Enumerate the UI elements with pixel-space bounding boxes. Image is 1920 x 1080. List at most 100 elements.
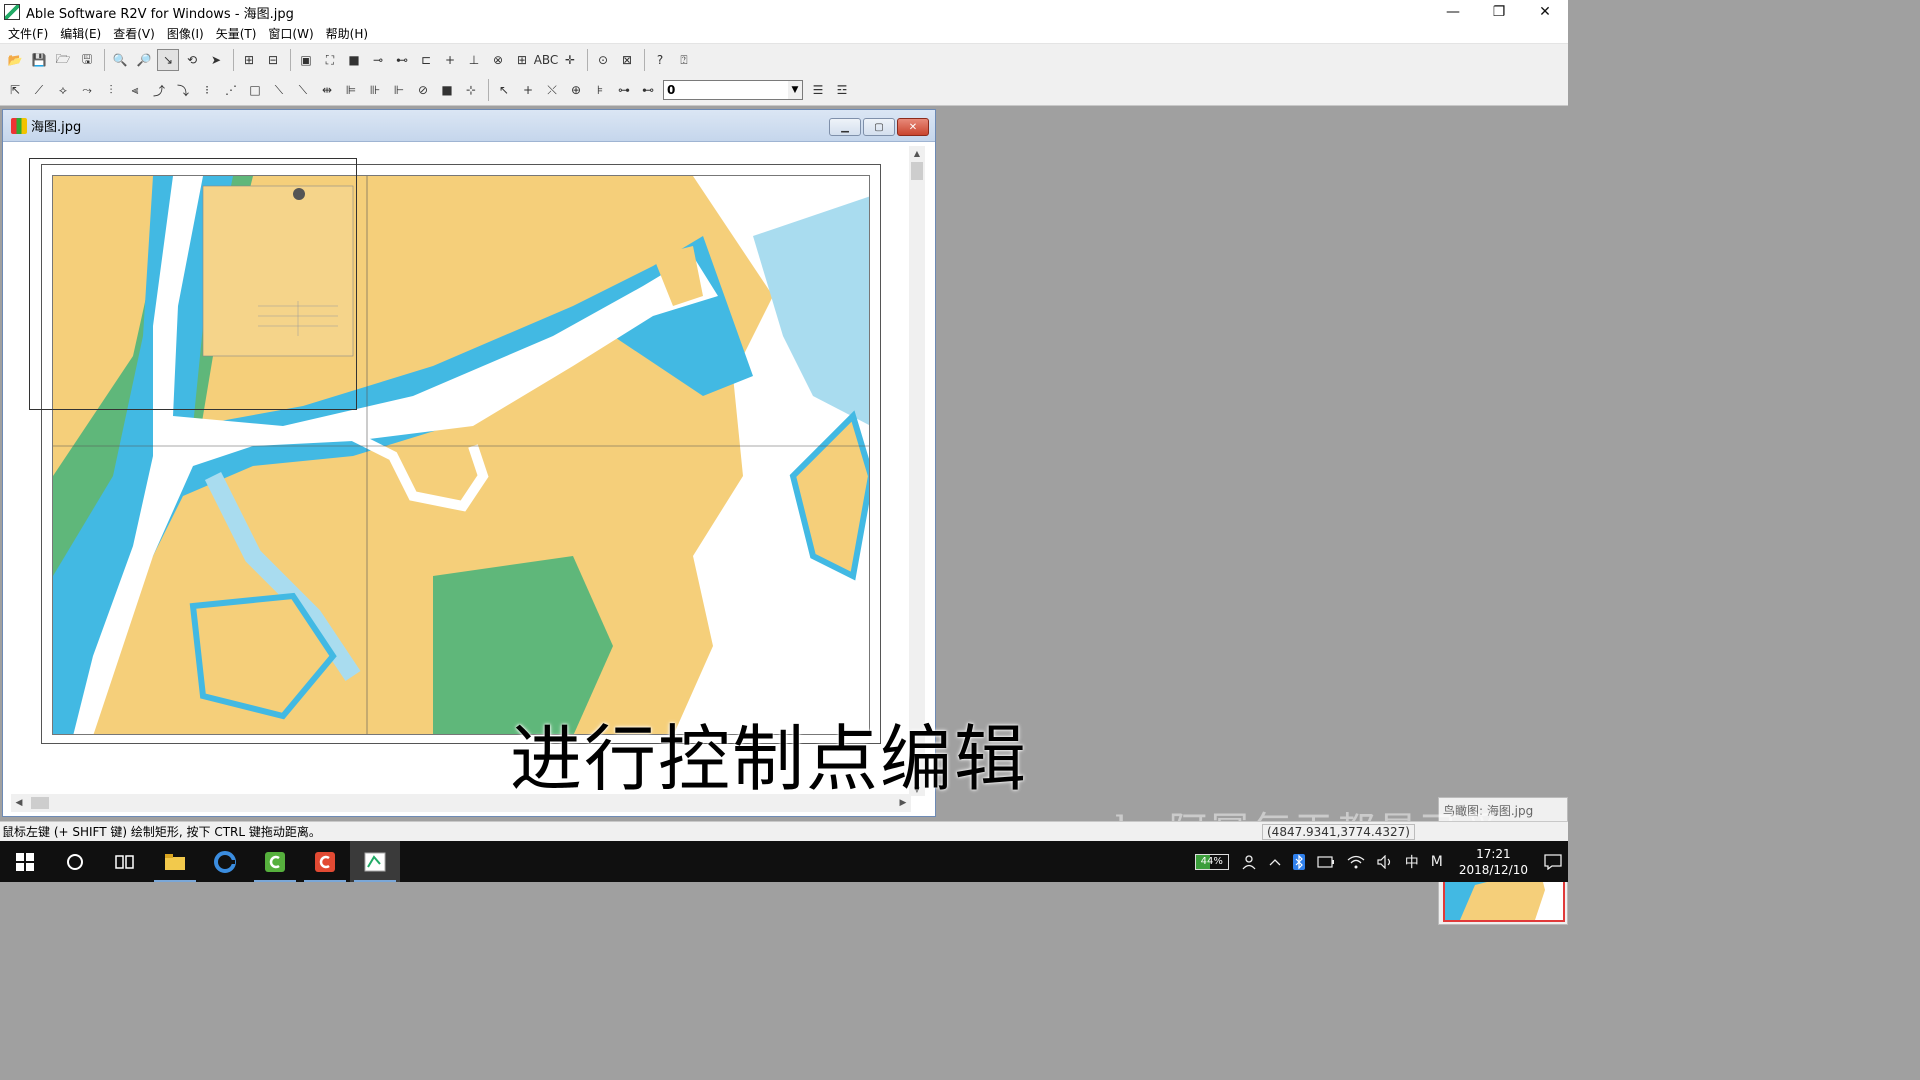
extend-button[interactable]: ⤴ [148,79,170,101]
zoom-in-button[interactable]: 🔍 [109,49,131,71]
ime-switch[interactable]: M [1425,854,1449,870]
horizontal-scroll-thumb[interactable] [31,797,49,809]
close-button[interactable]: ✕ [1522,0,1568,24]
point-label-button[interactable]: ⊶ [613,79,635,101]
text-abc-button[interactable]: ABC [534,49,559,71]
menu-edit[interactable]: 编辑(E) [54,24,107,44]
chevron-down-icon[interactable]: ▼ [788,81,802,99]
node-select-button[interactable]: ↖ [493,79,515,101]
add-point-button[interactable]: + [439,49,461,71]
trace-button[interactable]: ⤳ [76,79,98,101]
select-pointer-button[interactable]: ➤ [205,49,227,71]
contour-button[interactable]: ⊪ [364,79,386,101]
action-center-icon[interactable] [1538,853,1568,870]
label-button[interactable]: ⊧ [589,79,611,101]
snap-button[interactable]: ⊥ [463,49,485,71]
help-button[interactable]: ? [649,49,671,71]
layer-select[interactable]: 0 ▼ [663,80,803,100]
join-button[interactable]: ⟍ [268,79,290,101]
taskbar-edge[interactable] [200,841,250,882]
vertical-align-button[interactable]: ⫶ [100,79,122,101]
diagonal-button[interactable]: ⋰ [220,79,242,101]
pick-point-button[interactable]: ⊙ [592,49,614,71]
hatch-button[interactable]: ⊘ [412,79,434,101]
fill-button[interactable]: ■ [343,49,365,71]
people-icon[interactable] [1235,854,1263,870]
info-button[interactable]: ⊷ [637,79,659,101]
move-node-button[interactable]: ⊕ [565,79,587,101]
split-button[interactable]: ⊏ [415,49,437,71]
menu-vector[interactable]: 矢量(T) [210,24,263,44]
wifi-icon[interactable] [1341,855,1371,869]
taskbar-r2v[interactable] [350,841,400,882]
layer-list-button[interactable]: ☰ [807,79,829,101]
restore-button[interactable]: ❐ [1476,0,1522,24]
chart-map-svg [53,176,869,734]
power-icon[interactable] [1311,855,1341,868]
zoom-window-button[interactable]: ↘ [157,49,179,71]
connect-left-button[interactable]: ⊸ [367,49,389,71]
toolbar-area: 📂 💾 🗁 🖫 🔍 🔎 ↘ ⟲ ➤ ⊞ ⊟ ▣ ⛶ ■ ⊸ ⊷ ⊏ + ⊥ ⊗ … [0,44,1568,106]
taskbar-app-red[interactable] [300,841,350,882]
vector-select-button[interactable]: ⇱ [4,79,26,101]
child-minimize-button[interactable]: ▁ [829,118,861,136]
layer-manage-button[interactable]: ☲ [831,79,853,101]
menu-file[interactable]: 文件(F) [2,24,54,44]
smooth-button[interactable]: ⊫ [340,79,362,101]
taskbar-app-green[interactable] [250,841,300,882]
save-button[interactable]: 💾 [28,49,50,71]
horizontal-align-button[interactable]: ⫷ [124,79,146,101]
menu-window[interactable]: 窗口(W) [262,24,319,44]
context-help-button[interactable]: ⍰ [673,49,695,71]
open-image-button[interactable]: 🗁 [52,49,74,71]
elevation-button[interactable]: ⊩ [388,79,410,101]
control-point-button[interactable]: ✛ [559,49,581,71]
remove-node-button[interactable]: ⤬ [541,79,563,101]
taskbar-file-explorer[interactable] [150,841,200,882]
rectangle-button[interactable]: □ [244,79,266,101]
folder-icon [165,853,185,870]
bluetooth-icon[interactable] [1287,853,1311,870]
anchor-button[interactable]: ⊹ [460,79,482,101]
menu-image[interactable]: 图像(I) [161,24,210,44]
scroll-left-icon[interactable]: ◀ [11,794,27,812]
menu-view[interactable]: 查看(V) [107,24,161,44]
fill-area-button[interactable]: ■ [436,79,458,101]
zoom-out-button[interactable]: 🔎 [133,49,155,71]
menu-bar: 文件(F) 编辑(E) 查看(V) 图像(I) 矢量(T) 窗口(W) 帮助(H… [0,24,1568,44]
show-hidden-icons-chevron-icon[interactable] [1263,858,1287,866]
vertical-scrollbar[interactable]: ▲ ▼ [909,146,925,796]
ime-mode[interactable]: 中 [1399,852,1425,872]
ocr-button[interactable]: ⊞ [511,49,533,71]
minimize-button[interactable]: — [1430,0,1476,24]
save-as-button[interactable]: 🖫 [76,49,98,71]
scroll-up-icon[interactable]: ▲ [909,146,925,160]
child-maximize-button[interactable]: ▢ [863,118,895,136]
system-clock[interactable]: 17:21 2018/12/10 [1449,846,1538,878]
child-close-button[interactable]: ✕ [897,118,929,136]
draw-polygon-button[interactable]: ⟡ [52,79,74,101]
task-view-button[interactable] [100,841,150,882]
edit-point-button[interactable]: ⊠ [616,49,638,71]
undo-button[interactable]: ⟲ [181,49,203,71]
draw-line-button[interactable]: ⟋ [28,79,50,101]
menu-help[interactable]: 帮助(H) [320,24,374,44]
battery-indicator[interactable]: 44% [1189,853,1235,870]
show-image-button[interactable]: ▣ [295,49,317,71]
search-button[interactable] [50,841,100,882]
start-button[interactable] [0,841,50,882]
volume-icon[interactable] [1371,854,1399,869]
grid-button[interactable]: ⊞ [238,49,260,71]
fit-window-button[interactable]: ⛶ [319,49,341,71]
break-button[interactable]: ⟍ [292,79,314,101]
connect-right-button[interactable]: ⊷ [391,49,413,71]
vertical-scroll-thumb[interactable] [911,162,923,180]
stretch-button[interactable]: ⇹ [316,79,338,101]
trim-button[interactable]: ⤵ [172,79,194,101]
dots-button[interactable]: ⁝ [196,79,218,101]
add-node-button[interactable]: + [517,79,539,101]
delete-node-button[interactable]: ⊗ [487,49,509,71]
image-canvas[interactable] [11,146,911,796]
table-button[interactable]: ⊟ [262,49,284,71]
open-project-button[interactable]: 📂 [4,49,26,71]
